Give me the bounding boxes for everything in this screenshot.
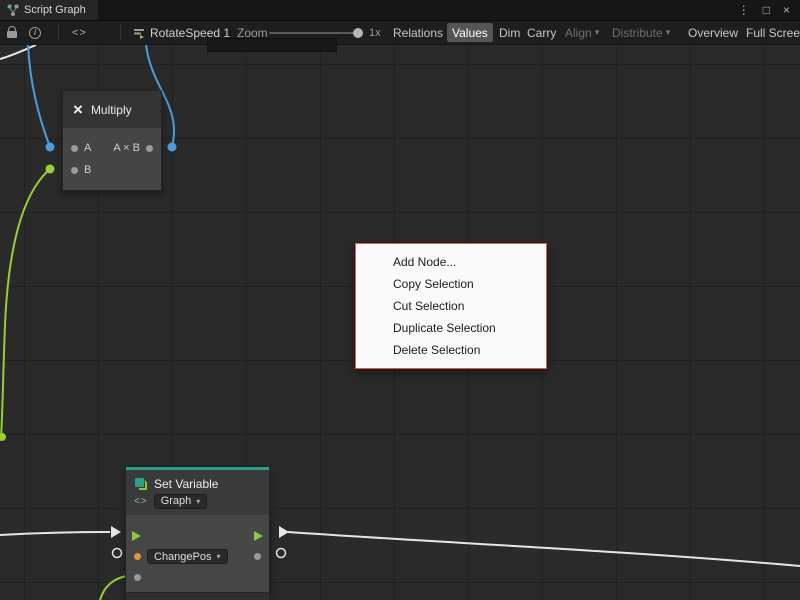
flow-port-row [126,525,269,546]
tab-script-graph[interactable]: Script Graph [0,0,98,20]
align-button[interactable]: Align ▾ [560,21,604,44]
output-port-result[interactable] [146,145,153,152]
value-output-port[interactable] [254,553,261,560]
wire-endpoint-green [46,165,55,174]
node-title: Multiply [91,103,132,117]
node-set-variable-body: ChangePos ▾ [126,515,269,600]
port-row-a: A A × B [63,137,161,159]
menu-item-delete-selection[interactable]: Delete Selection [356,339,546,361]
wire-white-flow-out [288,532,800,566]
menu-item-add-node[interactable]: Add Node... [356,251,546,273]
node-multiply-header[interactable]: × Multiply [63,91,161,128]
fullscreen-button[interactable]: Full Screen [741,21,800,44]
open-port-circle[interactable] [277,549,286,558]
flow-output-port[interactable] [254,531,263,541]
node-multiply-body: A A × B B [63,128,161,190]
value-input-port[interactable] [134,574,141,581]
node-set-variable[interactable]: Set Variable <> Graph ▾ ChangePos ▾ [125,466,270,600]
wire-endpoint-blue [168,143,177,152]
wire-green-left [1,169,50,439]
variable-scope-dropdown[interactable]: Graph ▾ [154,494,208,509]
zoom-slider-track[interactable] [269,32,363,34]
open-port-circle[interactable] [113,549,122,558]
context-menu: Add Node... Copy Selection Cut Selection… [355,243,547,369]
tab-title: Script Graph [24,4,86,16]
menu-item-duplicate-selection[interactable]: Duplicate Selection [356,317,546,339]
chevron-down-icon: ▾ [196,497,200,506]
info-icon[interactable]: i [29,21,41,44]
variable-name-row: ChangePos ▾ [126,546,269,567]
node-multiply[interactable]: × Multiply A A × B B [62,90,162,191]
chevron-down-icon: ▾ [595,27,600,38]
wire-blue-left [28,45,50,147]
relations-button[interactable]: Relations [388,21,448,44]
multiply-icon: × [73,101,83,118]
flow-input-port[interactable] [132,531,141,541]
lock-icon[interactable] [7,21,17,44]
close-icon[interactable]: × [783,0,790,20]
graph-kind-icon: <> [134,496,148,507]
port-row-b: B [63,159,161,181]
chevron-down-icon: ▾ [666,27,671,38]
zoom-slider-knob[interactable] [353,28,363,38]
menu-item-cut-selection[interactable]: Cut Selection [356,295,546,317]
node-title: Set Variable [154,477,218,491]
overview-button[interactable]: Overview [683,21,743,44]
graph-asset-icon [133,27,145,39]
toolbar-separator [120,24,121,41]
variable-icon [134,477,148,491]
zoom-value: 1x [369,21,381,44]
flow-arrow-out [279,526,289,538]
variable-name-port[interactable] [134,553,141,560]
variable-name-dropdown[interactable]: ChangePos ▾ [147,549,228,564]
graph-toolbar: i <> RotateSpeed 1 Zoom 1x Relations Val… [0,20,800,45]
code-icon[interactable]: <> [72,21,87,44]
toolbar-separator [58,24,59,41]
script-graph-icon [7,4,19,16]
dim-button[interactable]: Dim [494,21,525,44]
carry-button[interactable]: Carry [522,21,561,44]
port-label-b: B [84,164,91,176]
chevron-down-icon: ▾ [217,552,221,561]
distribute-button[interactable]: Distribute ▾ [607,21,675,44]
input-port-b[interactable] [71,167,78,174]
menu-icon[interactable]: ⋮ [738,0,750,20]
wire-endpoint-green [0,433,6,441]
window-titlebar: Script Graph ⋮ □ × [0,0,800,20]
value-input-row [126,567,269,588]
wire-white-topleft [0,45,36,59]
node-set-variable-header[interactable]: Set Variable <> Graph ▾ [126,470,269,515]
node-footer [126,592,269,600]
graph-name-field[interactable] [207,38,337,52]
graph-canvas[interactable]: × Multiply A A × B B [0,45,800,600]
window-controls: ⋮ □ × [738,0,800,20]
maximize-icon[interactable]: □ [763,0,770,20]
input-port-a[interactable] [71,145,78,152]
port-label-a: A [84,142,91,154]
port-label-out: A × B [113,142,140,154]
values-button[interactable]: Values [447,23,493,42]
menu-item-copy-selection[interactable]: Copy Selection [356,273,546,295]
wire-white-flow-in [0,532,110,535]
flow-arrow-in [111,526,121,538]
wire-endpoint-blue [46,143,55,152]
